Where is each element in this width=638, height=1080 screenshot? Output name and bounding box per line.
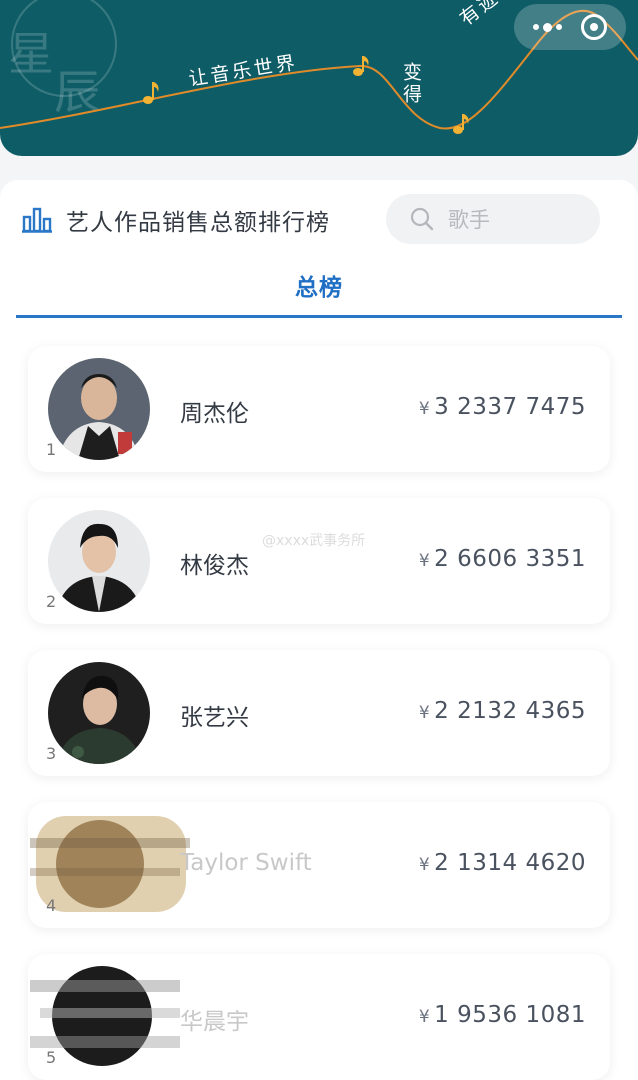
search-placeholder: 歌手 bbox=[448, 208, 490, 232]
rank-number: 2 bbox=[46, 592, 57, 611]
currency-symbol: ¥ bbox=[418, 855, 431, 875]
currency-symbol: ¥ bbox=[418, 1007, 431, 1027]
page-title: 艺人作品销售总额排行榜 bbox=[66, 210, 330, 236]
artist-name: 林俊杰 bbox=[180, 553, 249, 579]
hero-banner: 星 辰 让音乐世界 变得 有迹可循 bbox=[0, 0, 638, 156]
ranking-row[interactable]: 4 Taylor Swift ¥2 1314 4620 bbox=[28, 802, 610, 928]
tab-underline bbox=[16, 315, 622, 318]
sales-amount: ¥2 2132 4365 bbox=[419, 698, 586, 724]
miniprogram-capsule bbox=[514, 4, 626, 50]
ranking-row[interactable]: 3 张艺兴 ¥2 2132 4365 bbox=[28, 650, 610, 776]
bar-chart-icon bbox=[22, 207, 52, 233]
rank-number: 1 bbox=[46, 440, 57, 459]
close-target-icon[interactable] bbox=[580, 14, 607, 40]
amount-value: 2 2132 4365 bbox=[434, 698, 586, 724]
amount-value: 1 9536 1081 bbox=[434, 1002, 586, 1028]
rank-number: 4 bbox=[46, 896, 57, 915]
search-input[interactable]: 歌手 bbox=[386, 194, 600, 244]
slogan-part-2: 变得 bbox=[400, 62, 422, 106]
more-dots-icon[interactable] bbox=[533, 22, 563, 32]
sales-amount: ¥1 9536 1081 bbox=[419, 1002, 586, 1028]
artist-name: 周杰伦 bbox=[180, 401, 249, 427]
svg-text:星: 星 bbox=[8, 27, 54, 81]
amount-value: 3 2337 7475 bbox=[434, 394, 586, 420]
panel-header: 艺人作品销售总额排行榜 bbox=[22, 206, 330, 236]
sales-amount: ¥2 1314 4620 bbox=[419, 850, 586, 876]
rank-number: 3 bbox=[46, 744, 57, 763]
currency-symbol: ¥ bbox=[418, 399, 431, 419]
avatar bbox=[30, 814, 190, 916]
avatar bbox=[30, 966, 180, 1068]
watermark-text: @xxxx武事务所 bbox=[262, 533, 366, 549]
ranking-panel: 艺人作品销售总额排行榜 歌手 总榜 1 周杰伦 ¥ 3 2337 7475 2 … bbox=[0, 180, 638, 1080]
amount-value: 2 6606 3351 bbox=[434, 546, 586, 572]
avatar bbox=[48, 662, 150, 764]
rank-number: 5 bbox=[46, 1048, 57, 1067]
currency-symbol: ¥ bbox=[418, 703, 431, 723]
artist-name: 张艺兴 bbox=[180, 705, 249, 731]
artist-name: 华晨宇 bbox=[180, 1009, 249, 1035]
app-page: 星 辰 让音乐世界 变得 有迹可循 bbox=[0, 0, 638, 1080]
tab-overall[interactable]: 总榜 bbox=[0, 268, 638, 302]
ranking-row[interactable]: 5 华晨宇 ¥1 9536 1081 bbox=[28, 954, 610, 1080]
avatar bbox=[48, 510, 150, 612]
avatar bbox=[48, 358, 150, 460]
sales-amount: ¥3 2337 7475 bbox=[419, 394, 586, 420]
ranking-row[interactable]: 1 周杰伦 ¥3 2337 7475 bbox=[28, 346, 610, 472]
ranking-row[interactable]: 2 林俊杰 ¥2 6606 3351 bbox=[28, 498, 610, 624]
artist-name: Taylor Swift bbox=[180, 850, 312, 876]
search-icon bbox=[410, 207, 434, 231]
currency-symbol: ¥ bbox=[418, 551, 431, 571]
sales-amount: ¥2 6606 3351 bbox=[419, 546, 586, 572]
amount-value: 2 1314 4620 bbox=[434, 850, 586, 876]
